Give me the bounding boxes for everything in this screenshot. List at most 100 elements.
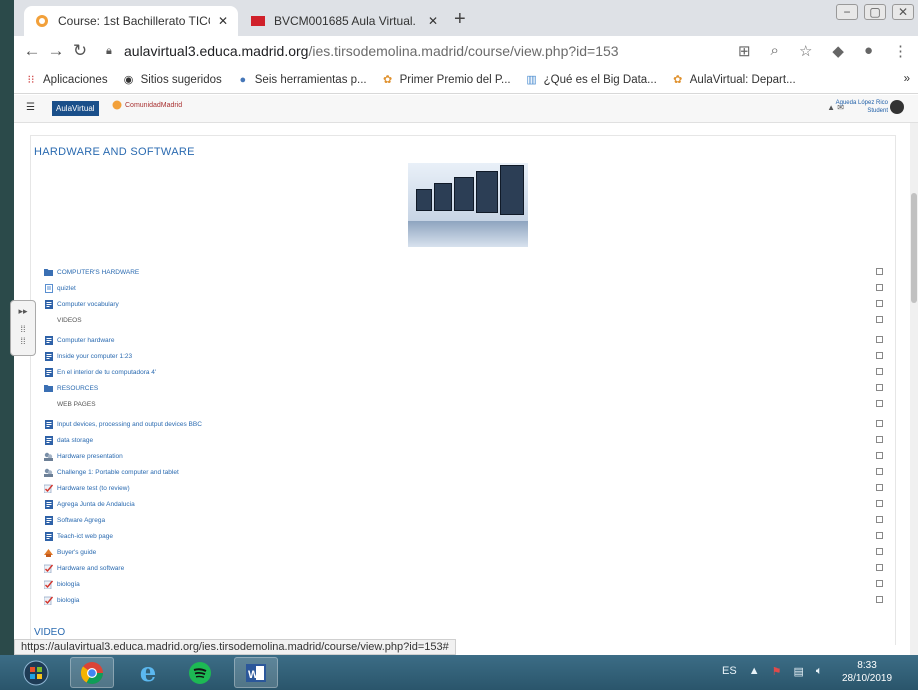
activity-link[interactable]: En el interior de tu computadora 4' — [44, 365, 156, 379]
hamburger-menu-icon[interactable]: ☰ — [26, 102, 35, 113]
taskbar-chrome[interactable] — [70, 657, 114, 688]
aulavirtual-logo[interactable]: AulaVirtual — [52, 101, 99, 116]
star-icon[interactable]: ☆ — [799, 42, 812, 60]
close-window-icon[interactable]: ✕ — [892, 4, 914, 20]
completion-checkbox[interactable] — [876, 564, 883, 571]
bookmark-bigdata[interactable]: ▥ ¿Qué es el Big Data... — [525, 73, 656, 87]
page-icon — [44, 435, 53, 445]
moodle-favicon-icon — [34, 13, 50, 29]
completion-checkbox[interactable] — [876, 596, 883, 603]
minimize-icon[interactable]: − — [836, 4, 858, 20]
volume-icon[interactable]: 🔈︎ — [816, 665, 823, 678]
completion-checkbox[interactable] — [876, 500, 883, 507]
completion-checkbox[interactable] — [876, 548, 883, 555]
page-icon — [44, 419, 53, 429]
activity-link[interactable]: Hardware and software — [44, 561, 124, 575]
action-center-icon[interactable]: ⚑ — [772, 665, 782, 678]
address-bar[interactable]: 🔒︎ aulavirtual3.educa.madrid.org/ies.tir… — [106, 39, 766, 63]
clock[interactable]: 8:33 28/10/2019 — [842, 659, 892, 685]
activity-link[interactable]: Hardware presentation — [44, 449, 123, 463]
bookmark-sitios[interactable]: ◉ Sitios sugeridos — [122, 73, 222, 87]
activity-link[interactable]: Teach-ict web page — [44, 529, 113, 543]
activity-label: Agrega Junta de Andalucia — [57, 500, 135, 508]
tab-bvcm[interactable]: BVCM001685 Aula Virtual. Manu ✕ — [240, 6, 448, 36]
activity-link[interactable]: Computer vocabulary — [44, 297, 119, 311]
completion-checkbox[interactable] — [876, 532, 883, 539]
activity-link[interactable]: Buyer's guide — [44, 545, 96, 559]
completion-checkbox[interactable] — [876, 300, 883, 307]
zoom-icon[interactable]: ⌕ — [771, 42, 779, 60]
moodle-navbar: ☰ AulaVirtual ComunidadMadrid ▲ ✉ Agueda… — [14, 95, 918, 123]
block-drawer-handle[interactable]: ▸▸ ⁞⁞ ⁞⁞ — [10, 300, 36, 356]
activity-link[interactable]: RESOURCES — [44, 381, 98, 395]
completion-checkbox[interactable] — [876, 384, 883, 391]
page-icon — [44, 299, 53, 309]
activity-link[interactable]: Computer hardware — [44, 333, 114, 347]
activity-link[interactable]: quizlet — [44, 281, 76, 295]
expand-arrows-icon: ▸▸ — [18, 306, 28, 316]
moodle-bookmark-icon: ✿ — [383, 74, 393, 86]
bookmark-aulavirtual[interactable]: ✿ AulaVirtual: Depart... — [671, 73, 796, 87]
close-tab-icon[interactable]: ✕ — [428, 14, 438, 28]
activity-link[interactable]: Hardware test (to review) — [44, 481, 130, 495]
activity-link[interactable]: data storage — [44, 433, 93, 447]
network-icon[interactable]: ▤ — [793, 665, 803, 678]
completion-checkbox[interactable] — [876, 468, 883, 475]
translate-icon[interactable]: ⊞ — [738, 42, 751, 60]
user-menu[interactable]: Agueda López Rico Student — [836, 99, 888, 115]
new-tab-icon[interactable]: + — [454, 8, 466, 31]
activity-link[interactable]: Input devices, processing and output dev… — [44, 417, 202, 431]
activity-link[interactable]: biologia — [44, 593, 79, 607]
activity-label: Computer hardware — [57, 336, 115, 344]
activity-link[interactable]: COMPUTER'S HARDWARE — [44, 265, 139, 279]
completion-checkbox[interactable] — [876, 400, 883, 407]
completion-checkbox[interactable] — [876, 368, 883, 375]
completion-checkbox[interactable] — [876, 484, 883, 491]
completion-checkbox[interactable] — [876, 336, 883, 343]
taskbar-spotify[interactable] — [178, 657, 222, 688]
completion-checkbox[interactable] — [876, 516, 883, 523]
activity-label: biología — [57, 580, 80, 588]
taskbar-word[interactable]: W — [234, 657, 278, 688]
completion-checkbox[interactable] — [876, 580, 883, 587]
taskbar-ie[interactable]: e — [126, 657, 170, 688]
profile-icon[interactable]: ● — [864, 42, 873, 60]
completion-checkbox[interactable] — [876, 420, 883, 427]
more-bookmarks-icon[interactable]: » — [904, 73, 910, 85]
comunidad-logo[interactable]: ComunidadMadrid — [112, 100, 182, 110]
bookmark-seis[interactable]: ● Seis herramientas p... — [236, 73, 366, 87]
tray-arrow-icon[interactable]: ▲ — [749, 665, 760, 678]
activity-link[interactable]: Challenge 1: Portable computer and table… — [44, 465, 179, 479]
user-role: Student — [867, 108, 888, 114]
globe-icon: ● — [239, 73, 247, 86]
language-indicator[interactable]: ES — [722, 665, 737, 678]
page-scrollbar[interactable] — [910, 123, 918, 655]
reload-icon[interactable]: ↻ — [68, 41, 92, 61]
completion-checkbox[interactable] — [876, 316, 883, 323]
activity-link[interactable]: Inside your computer 1:23 — [44, 349, 132, 363]
bookmark-apps[interactable]: ⁝⁝ Aplicaciones — [24, 73, 108, 87]
completion-checkbox[interactable] — [876, 284, 883, 291]
completion-checkbox[interactable] — [876, 268, 883, 275]
activity-link[interactable]: biología — [44, 577, 80, 591]
tab-course[interactable]: Course: 1st Bachillerato TICO I (E ✕ — [24, 6, 238, 36]
page-icon — [44, 335, 53, 345]
activity-label: biologia — [57, 596, 80, 604]
scrollbar-thumb[interactable] — [911, 193, 917, 303]
maximize-icon[interactable]: ▢ — [864, 4, 886, 20]
activity-label: quizlet — [57, 284, 76, 292]
completion-checkbox[interactable] — [876, 436, 883, 443]
completion-checkbox[interactable] — [876, 452, 883, 459]
forward-icon[interactable]: → — [44, 41, 68, 61]
menu-icon[interactable]: ⋮ — [893, 42, 908, 60]
avatar[interactable] — [890, 100, 904, 114]
back-icon[interactable]: ← — [20, 41, 44, 61]
extension-icon[interactable]: ◆ — [832, 42, 844, 60]
activity-link[interactable]: Software Agrega — [44, 513, 105, 527]
completion-checkbox[interactable] — [876, 352, 883, 359]
start-button[interactable] — [14, 657, 58, 688]
close-tab-icon[interactable]: ✕ — [218, 14, 228, 28]
activity-link[interactable]: Agrega Junta de Andalucia — [44, 497, 135, 511]
bookmark-premio[interactable]: ✿ Primer Premio del P... — [381, 73, 511, 87]
address-domain: aulavirtual3.educa.madrid.org — [124, 43, 309, 59]
